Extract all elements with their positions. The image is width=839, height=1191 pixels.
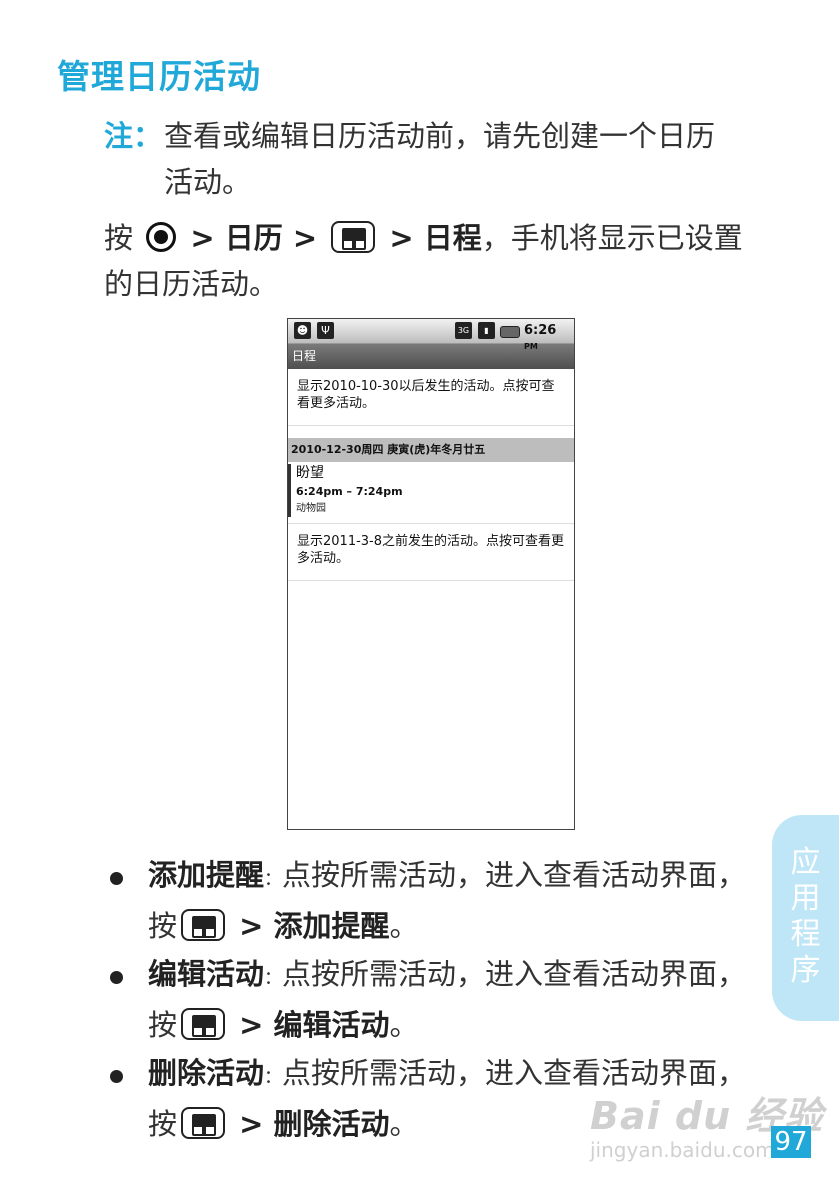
event-item[interactable]: 盼望 6:24pm – 7:24pm 动物园	[288, 462, 574, 524]
intro-paragraph: 按 > 日历 > > 日程，手机将显示已设置的日历活动。	[104, 215, 764, 307]
note-line-1: 查看或编辑日历活动前，请先创建一个日历	[164, 119, 716, 153]
network-icon: 3G	[455, 322, 472, 339]
page-title: 管理日历活动	[57, 57, 261, 96]
menu-key-icon	[331, 221, 376, 253]
event-time: 6:24pm – 7:24pm	[296, 485, 403, 498]
usb-icon: Ψ	[317, 322, 334, 339]
phone-screenshot: ☻ Ψ 3G ▮ 6:26 PM 日程 显示2010-10-30以后发生的活动。…	[287, 318, 575, 830]
menu-key-icon	[181, 1008, 226, 1040]
note-body: 查看或编辑日历活动前，请先创建一个日历 活动。	[104, 113, 764, 205]
list-item: 编辑活动：点按所需活动，进入查看活动界面，按 > 编辑活动。	[108, 951, 768, 1048]
intro-sep-3: >	[379, 221, 424, 255]
event-color-bar	[288, 464, 291, 517]
intro-agenda: 日程	[423, 221, 482, 255]
section-tab-char: 序	[790, 953, 821, 988]
home-key-icon	[146, 222, 177, 252]
status-bar: ☻ Ψ 3G ▮ 6:26 PM	[288, 319, 574, 351]
android-icon: ☻	[294, 322, 311, 339]
menu-key-icon	[181, 909, 226, 941]
date-header: 2010-12-30周四 庚寅(虎)年冬月廿五	[288, 438, 574, 462]
page-number: 97	[771, 1126, 811, 1158]
section-tab: 应 用 程 序	[772, 815, 839, 1021]
event-title: 盼望	[296, 465, 324, 481]
load-later-events[interactable]: 显示2011-3-8之前发生的活动。点按可查看更多活动。	[288, 524, 574, 581]
battery-icon	[500, 326, 520, 338]
intro-sep-1: >	[180, 221, 225, 255]
status-clock: 6:26 PM	[524, 323, 557, 351]
list-item: 添加提醒：点按所需活动，进入查看活动界面，按 > 添加提醒。	[108, 852, 768, 949]
intro-sep-2: >	[282, 221, 328, 255]
event-location: 动物园	[296, 503, 326, 514]
signal-icon: ▮	[478, 322, 495, 339]
menu-key-icon	[181, 1107, 226, 1139]
note-line-2: 活动。	[164, 165, 252, 199]
intro-press: 按	[104, 221, 134, 255]
section-tab-char: 应	[790, 845, 821, 880]
load-earlier-events[interactable]: 显示2010-10-30以后发生的活动。点按可查看更多活动。	[288, 369, 574, 426]
intro-calendar: 日历	[224, 221, 283, 255]
section-tab-char: 程	[790, 917, 821, 952]
note: 注： 查看或编辑日历活动前，请先创建一个日历 活动。	[104, 113, 764, 205]
note-label: 注：	[104, 119, 163, 153]
section-tab-char: 用	[790, 881, 821, 916]
